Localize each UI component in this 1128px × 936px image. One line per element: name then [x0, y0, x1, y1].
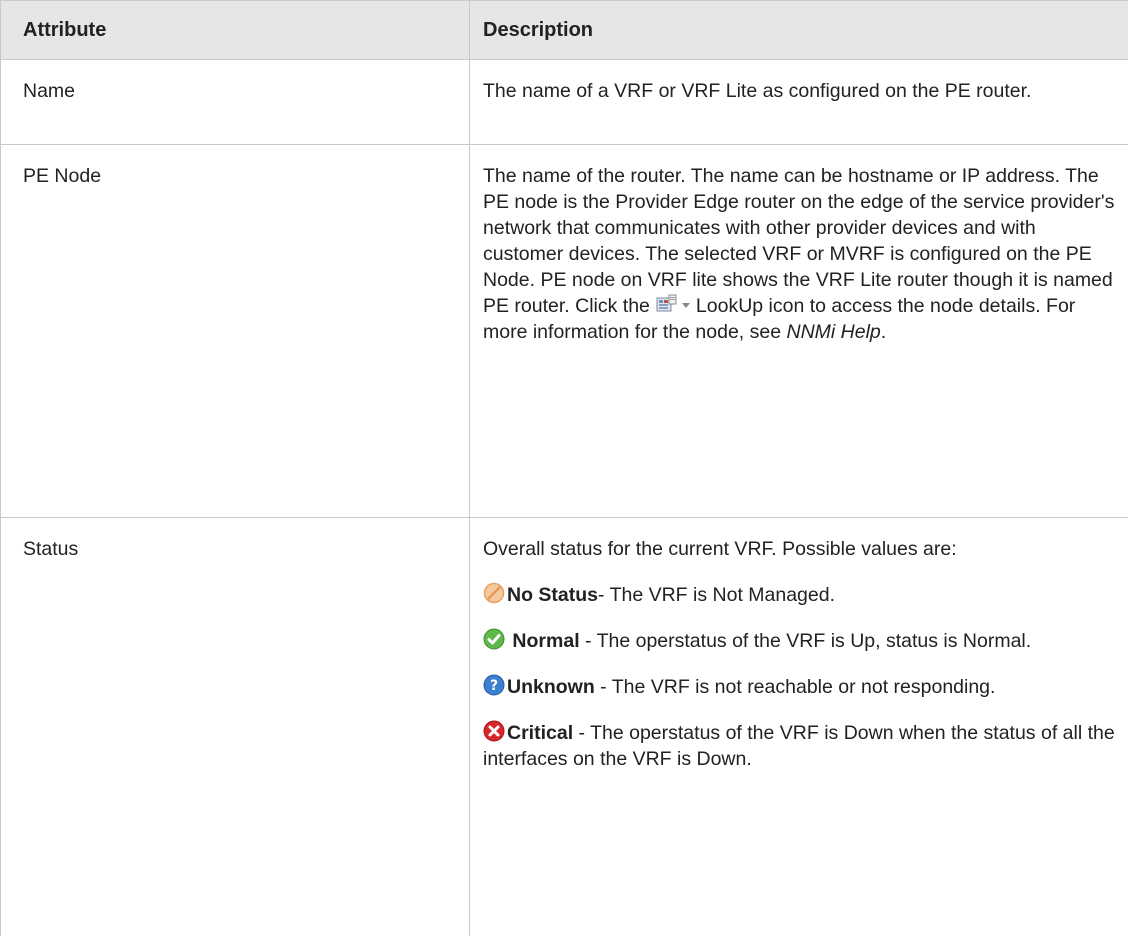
description-text: .	[881, 321, 886, 343]
description-cell: The name of a VRF or VRF Lite as configu…	[470, 60, 1128, 145]
status-entry-critical: Critical - The operstatus of the VRF is …	[483, 720, 1120, 772]
table-header-row: Attribute Description	[1, 1, 1128, 60]
description-cell: The name of the router. The name can be …	[470, 145, 1128, 518]
status-label: No Status	[507, 584, 598, 606]
no-status-icon	[483, 582, 505, 604]
normal-icon	[483, 628, 505, 650]
status-intro: Overall status for the current VRF. Poss…	[483, 536, 1120, 562]
status-text: - The operstatus of the VRF is Up, statu…	[580, 630, 1032, 652]
critical-icon	[483, 720, 505, 742]
table-row: Name The name of a VRF or VRF Lite as co…	[1, 60, 1128, 145]
attribute-table: Attribute Description Name The name of a…	[0, 0, 1128, 936]
svg-text:?: ?	[490, 678, 498, 694]
status-label: Critical	[507, 722, 573, 744]
help-link[interactable]: NNMi Help	[787, 321, 881, 343]
lookup-node-icon[interactable]	[656, 294, 678, 314]
unknown-icon: ?	[483, 674, 505, 696]
attribute-cell: PE Node	[1, 145, 470, 518]
status-text: - The VRF is not reachable or not respon…	[595, 676, 996, 698]
column-header-attribute: Attribute	[1, 1, 470, 60]
status-text: - The VRF is Not Managed.	[598, 584, 835, 606]
status-label: Normal	[512, 630, 579, 652]
column-header-description: Description	[470, 1, 1128, 60]
status-entry-unknown: ? Unknown - The VRF is not reachable or …	[483, 674, 1120, 700]
attribute-cell: Name	[1, 60, 470, 145]
table-row: PE Node The name of the router. The name…	[1, 145, 1128, 518]
status-label: Unknown	[507, 676, 595, 698]
status-entry-no-status: No Status- The VRF is Not Managed.	[483, 582, 1120, 608]
chevron-down-icon[interactable]	[682, 303, 690, 308]
status-entry-normal: Normal - The operstatus of the VRF is Up…	[483, 628, 1120, 654]
description-cell: Overall status for the current VRF. Poss…	[470, 518, 1128, 936]
table-row: Status Overall status for the current VR…	[1, 518, 1128, 936]
attribute-cell: Status	[1, 518, 470, 936]
status-text: - The operstatus of the VRF is Down when…	[483, 722, 1115, 770]
